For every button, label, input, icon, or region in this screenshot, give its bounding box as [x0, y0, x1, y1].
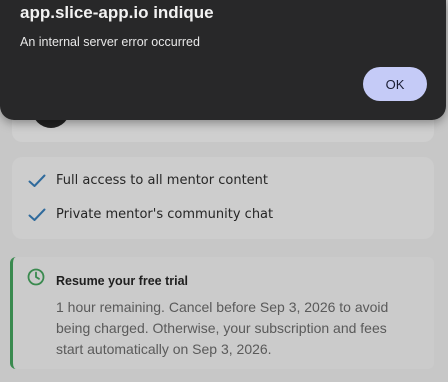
- feature-item: Private mentor's community chat: [28, 207, 273, 222]
- clock-icon: [27, 268, 45, 286]
- dialog-title: app.slice-app.io indique: [20, 3, 214, 22]
- feature-label: Full access to all mentor content: [56, 173, 269, 188]
- feature-item: Full access to all mentor content: [28, 173, 268, 188]
- ok-button[interactable]: OK: [363, 67, 427, 101]
- check-icon: [28, 174, 46, 187]
- trial-title: Resume your free trial: [56, 274, 188, 288]
- trial-body: 1 hour remaining. Cancel before Sep 3, 2…: [56, 299, 389, 357]
- check-icon: [28, 208, 46, 221]
- trial-notice: Resume your free trial 1 hour remaining.…: [10, 257, 434, 369]
- alert-dialog: app.slice-app.io indique An internal ser…: [0, 0, 446, 120]
- dialog-message: An internal server error occurred: [20, 35, 200, 49]
- feature-label: Private mentor's community chat: [56, 207, 274, 222]
- features-card: Full access to all mentor content Privat…: [12, 157, 434, 239]
